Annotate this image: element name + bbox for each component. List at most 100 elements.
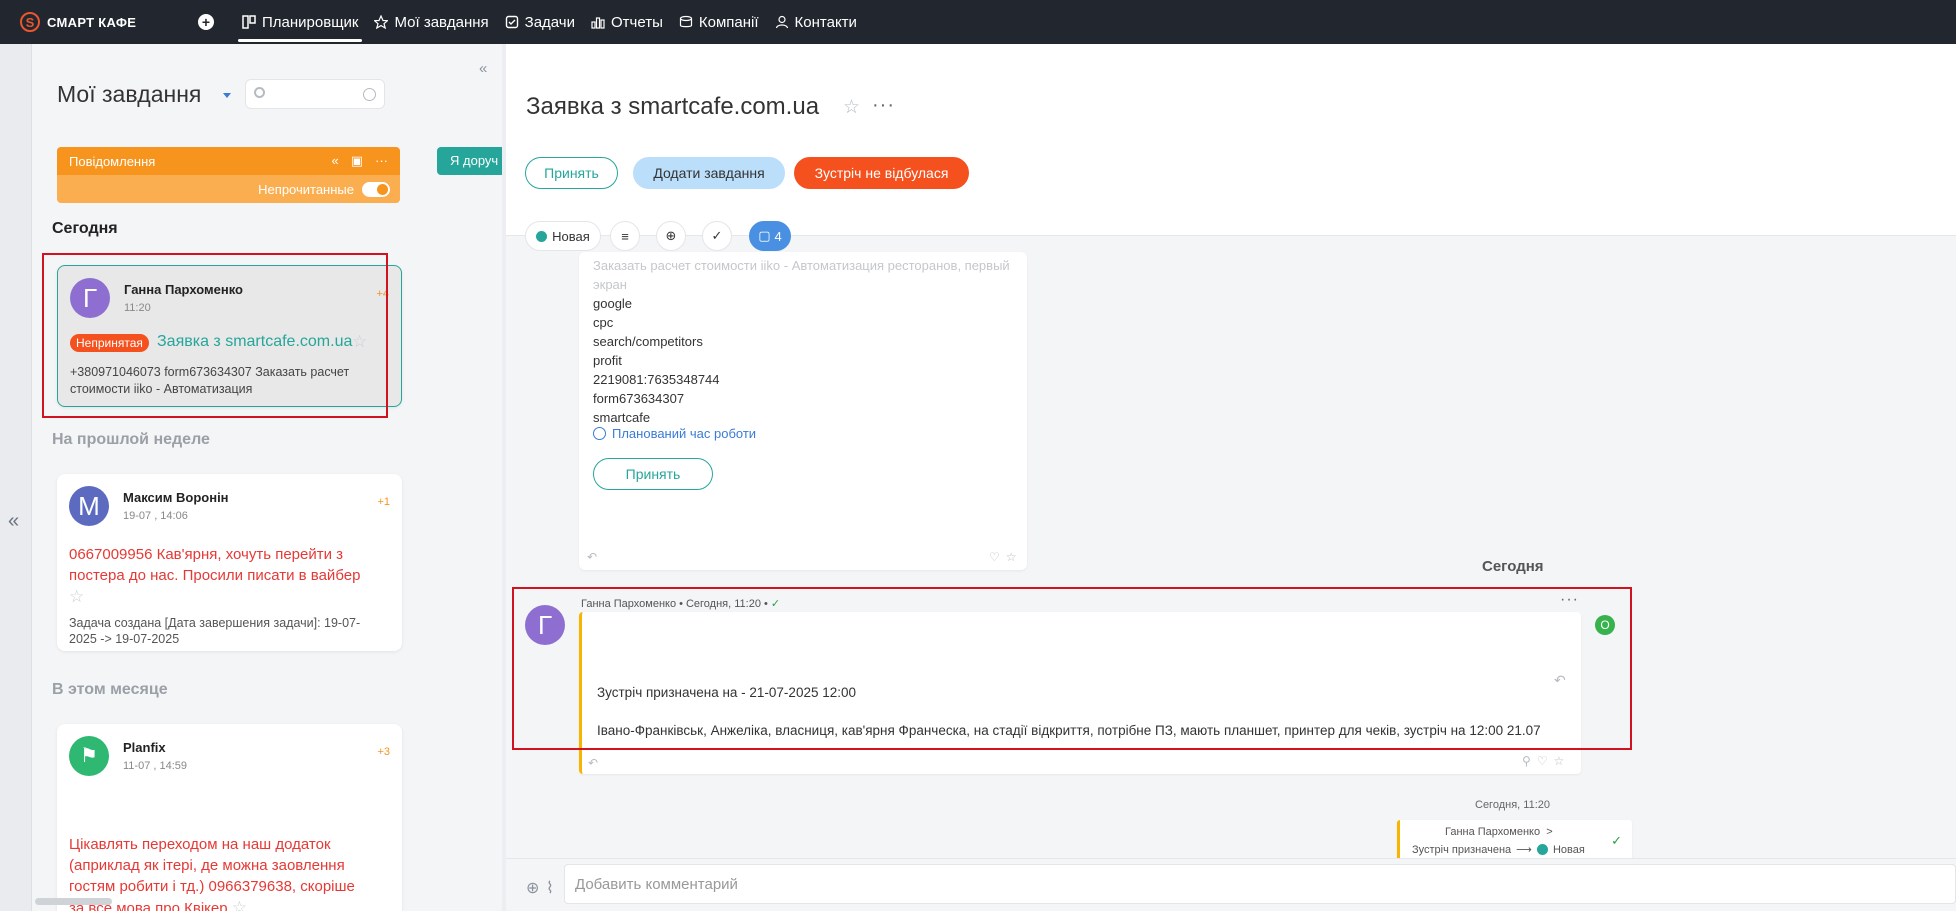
comment-card: Заказать расчет стоимости iiko - Автомат… <box>579 252 1027 570</box>
comment-input[interactable]: Добавить комментарий <box>564 864 1956 904</box>
event-author: Ганна Пархоменко <box>1445 826 1541 838</box>
tab-assigned-by-me[interactable]: Я доруч <box>437 147 502 175</box>
nav-my-tasks[interactable]: Мої завдання <box>366 0 496 44</box>
search-input[interactable] <box>245 79 385 109</box>
clock-icon <box>593 427 606 440</box>
status-label: Новая <box>552 228 590 244</box>
comment-line: smartcafe <box>593 410 651 425</box>
card-text: 0667009956 Кав'ярня, хочуть перейти з по… <box>69 544 379 608</box>
more-options-icon[interactable]: ··· <box>872 94 895 117</box>
nav-reports[interactable]: Отчеты <box>583 0 671 44</box>
card-author: Максим Воронін <box>123 490 229 505</box>
nav-my-tasks-label: Мої завдання <box>394 13 489 31</box>
brand[interactable]: S СМАРТ КАФЕ <box>0 0 175 44</box>
paperclip-icon[interactable]: ⌇ <box>546 878 554 898</box>
comment-line: 2219081:7635348744 <box>593 372 720 387</box>
favorite-star-icon[interactable]: ☆ <box>232 898 247 911</box>
tasks-icon <box>505 15 518 29</box>
scan-icon[interactable]: ▣ <box>351 153 363 169</box>
accept-button[interactable]: Принять <box>593 458 713 490</box>
planner-icon <box>242 15 256 29</box>
comment-text: Заказать расчет стоимости iiko - Автомат… <box>593 256 1027 427</box>
reports-icon <box>591 17 605 29</box>
fields-icon[interactable]: ⊕ <box>656 221 686 251</box>
filter-icon[interactable] <box>363 88 376 101</box>
task-detail-panel: Заявка з smartcafe.com.ua ☆ ··· Принять … <box>506 44 1956 911</box>
reply-icon[interactable]: ↶ <box>588 756 598 770</box>
nav-reports-label: Отчеты <box>611 13 663 31</box>
panel-title[interactable]: Мої завдання <box>57 81 201 108</box>
comments-icon: ▢ <box>758 228 771 243</box>
collapsed-sidebar-strip: « <box>0 44 32 911</box>
task-card[interactable]: ⚑ Planfix 11-07 , 14:59 +3 Цікавлять пер… <box>57 724 402 911</box>
comment-line: google <box>593 296 633 311</box>
collapse-all-icon[interactable]: « <box>331 153 338 169</box>
arrow-right-icon: ⟶ <box>1516 844 1532 856</box>
notifications-label: Повідомлення <box>69 153 156 169</box>
comment-line: form673634307 <box>593 391 685 406</box>
companies-icon <box>679 15 692 28</box>
task-card[interactable]: М Максим Воронін 19-07 , 14:06 +1 066700… <box>57 474 402 651</box>
checklist-icon[interactable]: ✓ <box>702 221 732 251</box>
add-task-button[interactable]: Додати завдання <box>633 157 785 189</box>
event-to-status: Новая <box>1552 843 1585 856</box>
comment-line: search/competitors <box>593 334 703 349</box>
nav-contacts[interactable]: Контакти <box>767 0 865 44</box>
unread-toggle[interactable] <box>362 181 390 197</box>
description-icon[interactable]: ≡ <box>610 221 640 251</box>
nav-tasks-label: Задачи <box>524 13 576 31</box>
card-count: +1 <box>377 496 390 508</box>
more-icon[interactable]: ··· <box>375 153 388 169</box>
event-change-row: Зустріч призначена ⟶ Новая <box>1412 843 1585 857</box>
event-time: Сегодня, 11:20 <box>1475 799 1550 811</box>
card-text-content: 0667009956 Кав'ярня, хочуть перейти з по… <box>69 546 361 584</box>
brand-name: СМАРТ КАФЕ <box>47 14 137 30</box>
card-author: Planfix <box>123 740 166 755</box>
card-count: +3 <box>377 746 390 758</box>
task-header: Заявка з smartcafe.com.ua ☆ ··· Принять … <box>506 44 1956 236</box>
highlight-box <box>42 253 388 418</box>
group-today: Сегодня <box>52 220 118 237</box>
nav-planner[interactable]: Планировщик <box>234 0 366 44</box>
star-icon <box>374 15 389 29</box>
nav-planner-label: Планировщик <box>262 13 359 31</box>
avatar: М <box>69 486 109 526</box>
chevron-down-icon[interactable] <box>223 93 231 98</box>
contacts-icon <box>775 15 788 29</box>
comment-line: cpc <box>593 315 614 330</box>
unread-label: Непрочитанные <box>258 181 354 197</box>
scheduled-time-link[interactable]: Планований час роботи <box>593 426 756 441</box>
brand-logo-icon: S <box>20 12 40 32</box>
reply-icon[interactable]: ↶ <box>587 550 597 564</box>
like-star-icons[interactable]: ♡☆ <box>989 550 1023 564</box>
comment-faded-line: Заказать расчет стоимости iiko - Автомат… <box>593 258 1010 292</box>
nav-tasks[interactable]: Задачи <box>497 0 583 44</box>
highlight-box <box>512 587 1632 750</box>
add-new-icon[interactable]: + <box>198 14 214 30</box>
meeting-failed-button[interactable]: Зустріч не відбулася <box>794 157 969 189</box>
planfix-logo-icon: ⚑ <box>69 736 109 776</box>
read-check-icon: ✓ <box>1611 833 1622 848</box>
add-attachment-icon[interactable]: ⊕ <box>526 878 539 898</box>
scheduled-time-label: Планований час роботи <box>612 426 757 441</box>
expand-sidebar-icon[interactable]: « <box>8 510 19 533</box>
pin-like-star-icons[interactable]: ⚲♡☆ <box>1522 754 1570 768</box>
nav-companies[interactable]: Компанії <box>671 0 767 44</box>
card-time: 19-07 , 14:06 <box>123 510 188 522</box>
favorite-star-icon[interactable]: ☆ <box>69 587 84 606</box>
status-chip[interactable]: Новая <box>525 221 601 251</box>
collapse-panel-icon[interactable]: « <box>479 60 487 77</box>
accept-button[interactable]: Принять <box>525 157 618 189</box>
event-author-row: Ганна Пархоменко > <box>1445 826 1553 838</box>
event-from-status: Зустріч призначена <box>1412 843 1512 856</box>
my-tasks-panel: « Мої завдання Повідомлення « ▣ ··· Непр… <box>32 44 502 911</box>
horizontal-scrollbar[interactable] <box>35 898 112 905</box>
search-icon <box>254 87 265 98</box>
favorite-star-icon[interactable]: ☆ <box>843 96 860 119</box>
status-dot-icon <box>1536 844 1548 855</box>
date-separator: Сегодня <box>1482 558 1544 575</box>
comments-chip[interactable]: ▢ 4 <box>749 221 791 251</box>
comment-line: profit <box>593 353 622 368</box>
nav-contacts-label: Контакти <box>794 13 857 31</box>
nav-companies-label: Компанії <box>698 13 759 31</box>
